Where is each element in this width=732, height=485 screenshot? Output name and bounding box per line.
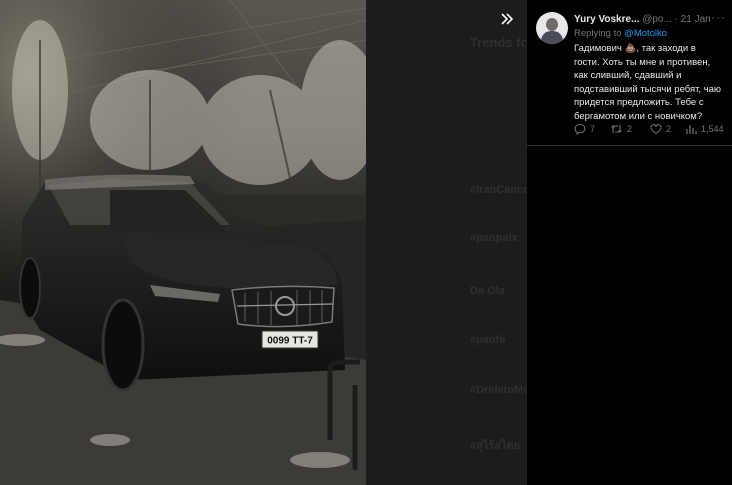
collapse-panel-button[interactable] bbox=[496, 8, 518, 30]
replying-prefix: Replying to bbox=[574, 28, 622, 39]
trend-item: #paofe bbox=[470, 334, 506, 346]
trend-item: #раорalx bbox=[470, 232, 518, 244]
tweet-text: Гадимович 💩, так заходи в гости. Хоть ты… bbox=[574, 43, 722, 122]
trend-item: #สุไร้สไตย bbox=[470, 440, 521, 452]
retweet-count: 2 bbox=[627, 124, 633, 134]
retweet-button[interactable]: 2 bbox=[610, 123, 632, 135]
reply-icon bbox=[574, 123, 586, 135]
separator: · bbox=[674, 14, 678, 25]
background-timeline-overlay: Trends fo #IranCanceLa #раорalx Da Ola #… bbox=[366, 0, 526, 485]
retweet-icon bbox=[611, 125, 622, 133]
author-handle[interactable]: @po... bbox=[642, 14, 672, 25]
reply-button[interactable]: 7 bbox=[574, 123, 595, 135]
more-options-button[interactable]: ··· bbox=[711, 10, 726, 24]
views-button[interactable]: 1,544 bbox=[685, 123, 724, 135]
like-count: 2 bbox=[666, 124, 672, 134]
license-plate-text: 0099 TT-7 bbox=[267, 336, 313, 347]
trends-heading: Trends fo bbox=[470, 35, 526, 50]
photo-scene: 0099 TT-7 bbox=[0, 0, 366, 485]
views-chart-icon bbox=[686, 125, 697, 134]
tweet-panel: Yury Voskre... @po... · 21 Jan ··· Reply… bbox=[526, 0, 732, 485]
tweet-date[interactable]: 21 Jan bbox=[681, 14, 711, 25]
trend-item: #IranCanceLa bbox=[470, 184, 526, 196]
media-viewer: 0099 TT-7 Trends fo #IranCanceLa #раорal… bbox=[0, 0, 526, 485]
reply-count: 7 bbox=[590, 124, 596, 134]
trend-item: Da Ola bbox=[470, 285, 505, 297]
tweet-header: Yury Voskre... @po... · 21 Jan bbox=[574, 14, 729, 26]
replying-to: Replying to @Motolko bbox=[574, 28, 667, 39]
author-name[interactable]: Yury Voskre... bbox=[574, 14, 639, 25]
views-count: 1,544 bbox=[701, 124, 724, 134]
tweet-actions: 7 2 2 1,544 bbox=[574, 123, 729, 137]
avatar[interactable] bbox=[536, 12, 568, 44]
more-dots-icon: ··· bbox=[711, 10, 726, 24]
double-chevron-right-icon bbox=[501, 13, 514, 25]
like-button[interactable]: 2 bbox=[650, 123, 671, 135]
divider bbox=[527, 145, 732, 146]
trend-item: #DreletoMe bbox=[470, 384, 526, 396]
tweet-photo[interactable]: 0099 TT-7 bbox=[0, 0, 366, 485]
heart-icon bbox=[650, 124, 662, 135]
replying-to-link[interactable]: @Motolko bbox=[624, 28, 667, 39]
